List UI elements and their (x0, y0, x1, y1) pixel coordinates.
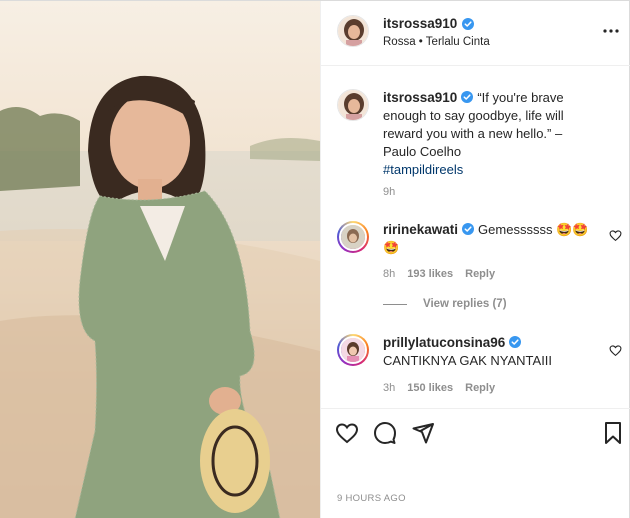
comment-avatar[interactable] (339, 336, 367, 364)
caption-avatar[interactable] (337, 89, 369, 121)
instagram-post: itsrossa910 Rossa • Terlalu Cinta itsros… (0, 0, 630, 518)
reply-button[interactable]: Reply (465, 382, 495, 394)
trees-left (0, 107, 80, 191)
heart-icon[interactable] (335, 421, 359, 445)
comment-like-icon[interactable] (609, 344, 622, 357)
action-bar (321, 408, 630, 456)
comment-age[interactable]: 3h (383, 382, 395, 394)
comment-text: CANTIKNYA GAK NYANTAIII (383, 353, 553, 368)
comment-likes[interactable]: 150 likes (407, 382, 453, 394)
view-replies-label[interactable]: View replies (7) (423, 298, 507, 310)
more-options-icon[interactable] (601, 23, 621, 39)
comment-body: ririnekawati Gemessssss 🤩🤩🤩 (383, 221, 598, 257)
verified-badge-icon (462, 223, 475, 235)
post-timestamp[interactable]: 9 HOURS AGO (337, 493, 406, 504)
replies-divider (383, 303, 407, 305)
comment-item: ririnekawati Gemessssss 🤩🤩🤩 8h 193 likes … (337, 221, 622, 291)
verified-badge-icon (509, 336, 522, 348)
comment-username[interactable]: ririnekawati (383, 222, 458, 237)
trees-right (250, 137, 320, 161)
caption: itsrossa910 “If you're brave enough to sa… (337, 89, 622, 199)
reply-button[interactable]: Reply (465, 268, 495, 280)
photo-illustration (0, 75, 320, 518)
post-photo[interactable] (0, 1, 320, 518)
verified-badge-icon (462, 17, 475, 30)
audio-subtitle[interactable]: Rossa • Terlalu Cinta (383, 36, 490, 48)
author-row: itsrossa910 (383, 16, 475, 31)
comment-body: prillylatuconsina96 CANTIKNYA GAK NYANTA… (383, 334, 598, 370)
paper-plane-icon[interactable] (411, 421, 435, 445)
comment-avatar[interactable] (339, 223, 367, 251)
author-username[interactable]: itsrossa910 (383, 16, 457, 31)
caption-meta: 9h (383, 186, 395, 198)
view-replies-button[interactable]: View replies (7) (383, 298, 507, 310)
bookmark-icon[interactable] (601, 421, 625, 445)
caption-username[interactable]: itsrossa910 (383, 90, 457, 105)
straw-hat (200, 409, 270, 513)
caption-hashtag[interactable]: #tampildireels (383, 162, 463, 177)
verified-badge-icon (461, 91, 474, 103)
caption-age[interactable]: 9h (383, 186, 395, 198)
comment-age[interactable]: 8h (383, 268, 395, 280)
comment-item: prillylatuconsina96 CANTIKNYA GAK NYANTA… (337, 334, 622, 399)
comment-meta: 8h 193 likes Reply (383, 268, 495, 280)
post-header: itsrossa910 Rossa • Terlalu Cinta (321, 1, 630, 66)
comment-likes[interactable]: 193 likes (407, 268, 453, 280)
comment-like-icon[interactable] (609, 229, 622, 242)
comment-meta: 3h 150 likes Reply (383, 382, 495, 394)
comment-bubble-icon[interactable] (373, 421, 397, 445)
author-avatar[interactable] (337, 15, 369, 47)
comment-username[interactable]: prillylatuconsina96 (383, 335, 505, 350)
post-details-panel: itsrossa910 Rossa • Terlalu Cinta itsros… (320, 1, 630, 518)
caption-body: itsrossa910 “If you're brave enough to sa… (383, 89, 598, 179)
